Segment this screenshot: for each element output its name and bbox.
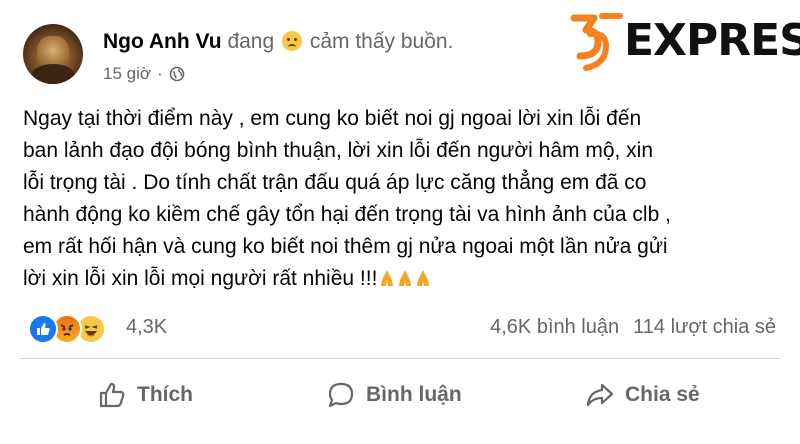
comment-button[interactable]: Bình luận: [326, 378, 462, 412]
engagement-stats: 4,6K bình luận 114 lượt chia sẻ: [490, 316, 776, 339]
globe-icon: [169, 66, 185, 87]
comment-bubble-icon: [328, 382, 354, 408]
like-reaction-icon: [28, 314, 58, 344]
post-text-line: Ngay tại thời điểm này , em cung ko biết…: [23, 107, 642, 130]
post-time[interactable]: 15 giờ: [103, 64, 151, 83]
actions-divider: [20, 358, 780, 359]
share-count[interactable]: 114 lượt chia sẻ: [633, 316, 776, 338]
pray-emoji-icon: [379, 266, 395, 286]
meta-separator: ·: [157, 64, 163, 83]
author-line: Ngo Anh Vu đang cảm thấy buồn.: [103, 30, 453, 54]
like-button[interactable]: Thích: [97, 378, 193, 412]
watermark-brand-text: EXPRESS: [624, 15, 800, 66]
pray-emoji-icon: [397, 266, 413, 286]
comment-label: Bình luận: [366, 383, 462, 406]
post-text-line-last: lời xin lỗi xin lỗi mọi người rất nhiều …: [23, 263, 793, 295]
post-text-line: hành động ko kiềm chế gây tổn hại đến tr…: [23, 203, 671, 226]
post-text-line: lời xin lỗi xin lỗi mọi người rất nhiều …: [23, 267, 378, 290]
share-label: Chia sẻ: [625, 383, 700, 406]
feeling-prefix: đang: [227, 30, 275, 53]
brand-mark-icon: [570, 13, 623, 71]
thumbs-up-icon: [99, 382, 125, 408]
comment-count[interactable]: 4,6K bình luận: [490, 316, 619, 338]
post-meta: 15 giờ ·: [103, 64, 185, 87]
author-avatar[interactable]: [23, 24, 83, 84]
post-text-line: em rất hối hận và cung ko biết noi thêm …: [23, 235, 668, 258]
post-text-line: ban lảnh đạo đội bóng bình thuận, lời xi…: [23, 139, 654, 162]
watermark-logo: EXPRESS: [566, 8, 800, 78]
post-text-line: lỗi trọng tài . Do tính chất trận đấu qu…: [23, 171, 647, 194]
feeling-text: cảm thấy buồn.: [309, 30, 454, 53]
share-arrow-icon: [586, 383, 614, 407]
post-text: Ngay tại thời điểm này , em cung ko biết…: [23, 103, 793, 295]
pray-emoji-icon: [415, 266, 431, 286]
share-button[interactable]: Chia sẻ: [585, 378, 700, 412]
like-label: Thích: [137, 383, 193, 406]
sad-face-emoji-icon: [282, 31, 302, 51]
reaction-icons[interactable]: [28, 314, 118, 344]
author-name[interactable]: Ngo Anh Vu: [103, 30, 222, 53]
reaction-count[interactable]: 4,3K: [126, 316, 167, 339]
